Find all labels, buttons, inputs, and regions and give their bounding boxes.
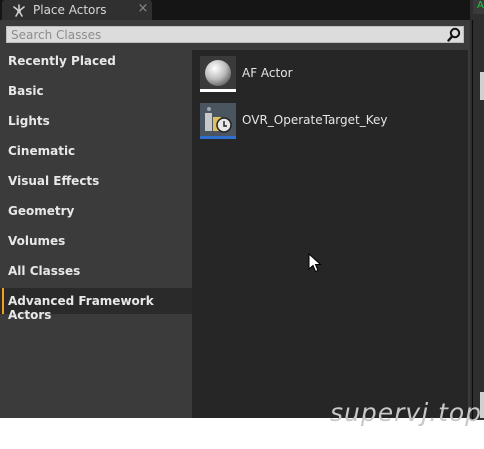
category-label: Basic (8, 84, 44, 98)
actor-item-ovr-operatetarget-key[interactable]: OVR_OperateTarget_Key (200, 103, 460, 143)
category-sidebar: Recently Placed Basic Lights Cinematic V… (0, 48, 192, 418)
category-all-classes[interactable]: All Classes (0, 258, 192, 284)
actor-list: AF Actor OVR_OperateTarget_Key (192, 50, 468, 418)
actor-thumbnail (200, 103, 236, 139)
category-geometry[interactable]: Geometry (0, 198, 192, 224)
actor-item-af-actor[interactable]: AF Actor (200, 56, 460, 96)
category-volumes[interactable]: Volumes (0, 228, 192, 254)
category-lights[interactable]: Lights (0, 108, 192, 134)
right-edge-panel: A (470, 0, 484, 420)
category-label: Recently Placed (8, 54, 116, 68)
place-actors-panel: Recently Placed Basic Lights Cinematic V… (0, 20, 470, 418)
category-cinematic[interactable]: Cinematic (0, 138, 192, 164)
thumbnail-underline (200, 136, 236, 139)
mouse-cursor-icon (308, 253, 322, 273)
category-label: Visual Effects (8, 174, 100, 188)
category-label: Advanced Framework Actors (8, 294, 154, 322)
category-label: All Classes (8, 264, 81, 278)
title-bar: Place Actors × (0, 0, 470, 20)
right-edge-accent: A (473, 0, 484, 14)
sphere-icon (205, 60, 231, 86)
category-recently-placed[interactable]: Recently Placed (0, 48, 192, 74)
search-input[interactable] (11, 27, 431, 42)
blueprint-key-icon (200, 103, 236, 136)
search-icon[interactable] (447, 27, 461, 42)
divider (472, 20, 473, 420)
tab-place-actors[interactable]: Place Actors × (2, 0, 152, 20)
category-label: Cinematic (8, 144, 76, 158)
category-label: Lights (8, 114, 50, 128)
category-label: Volumes (8, 234, 66, 248)
actor-name: OVR_OperateTarget_Key (242, 113, 388, 127)
thumbnail-underline (200, 89, 236, 92)
category-advanced-framework-actors[interactable]: Advanced Framework Actors (0, 288, 192, 322)
right-edge-accent-text: A (477, 0, 484, 11)
place-actors-icon (13, 4, 25, 17)
category-visual-effects[interactable]: Visual Effects (0, 168, 192, 194)
category-label: Geometry (8, 204, 75, 218)
close-icon[interactable]: × (136, 1, 150, 17)
category-basic[interactable]: Basic (0, 78, 192, 104)
right-edge-box (480, 72, 484, 100)
actor-name: AF Actor (242, 66, 293, 80)
search-box (6, 26, 464, 43)
actor-thumbnail (200, 56, 236, 92)
tab-title: Place Actors (33, 3, 107, 17)
watermark: supervj.top (330, 398, 483, 427)
